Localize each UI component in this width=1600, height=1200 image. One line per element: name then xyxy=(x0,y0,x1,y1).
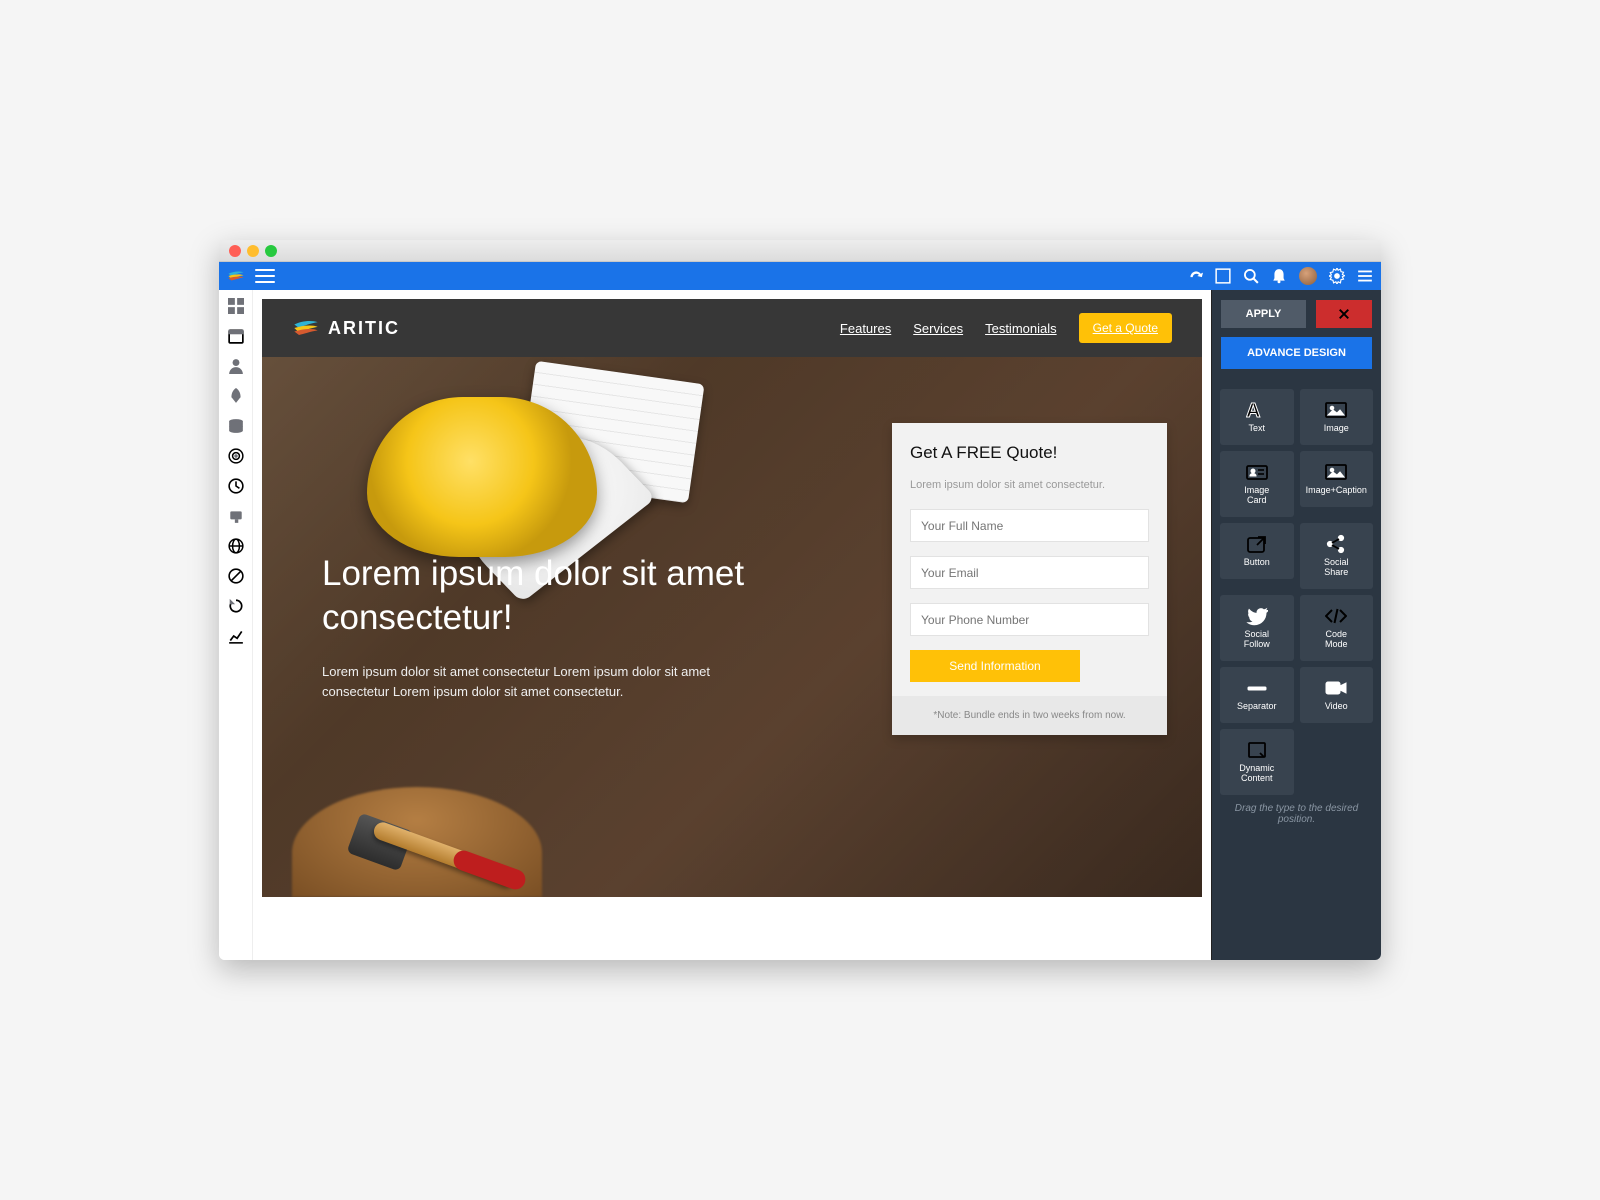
hero-subtitle: Lorem ipsum dolor sit amet consectetur L… xyxy=(322,662,777,704)
widget-label: Button xyxy=(1242,558,1272,568)
image-icon xyxy=(1325,462,1347,482)
goals-icon[interactable] xyxy=(228,448,244,464)
left-nav-rail xyxy=(219,290,253,960)
widget-label: Image Card xyxy=(1242,486,1271,506)
widget-label: Code Mode xyxy=(1323,630,1350,650)
search-icon[interactable] xyxy=(1243,268,1259,284)
sep-icon xyxy=(1246,678,1268,698)
code-icon xyxy=(1325,606,1347,626)
window-titlebar xyxy=(219,240,1381,262)
widget-label: Image+Caption xyxy=(1304,486,1369,496)
top-toolbar xyxy=(219,262,1381,290)
widget-video[interactable]: Video xyxy=(1300,667,1374,723)
get-quote-button[interactable]: Get a Quote xyxy=(1079,313,1172,343)
name-input[interactable] xyxy=(910,509,1149,542)
text-icon xyxy=(1246,400,1268,420)
widget-label: Dynamic Content xyxy=(1237,764,1276,784)
idcard-icon xyxy=(1246,462,1268,482)
window-minimize-icon[interactable] xyxy=(247,245,259,257)
nav-testimonials[interactable]: Testimonials xyxy=(985,321,1057,336)
dashboard-icon[interactable] xyxy=(228,298,244,314)
hero-text: Lorem ipsum dolor sit amet consectetur! … xyxy=(322,552,777,703)
share-icon xyxy=(1325,534,1347,554)
advance-design-button[interactable]: ADVANCE DESIGN xyxy=(1221,337,1372,369)
bell-icon[interactable] xyxy=(1271,268,1287,284)
widget-social-follow[interactable]: Social Follow xyxy=(1220,595,1294,661)
more-menu-icon[interactable] xyxy=(1357,268,1373,284)
widget-image-card[interactable]: Image Card xyxy=(1220,451,1294,517)
hero-section: Lorem ipsum dolor sit amet consectetur! … xyxy=(262,357,1202,897)
analytics-icon[interactable] xyxy=(228,628,244,644)
redo-icon[interactable] xyxy=(1187,268,1203,284)
panel-hint: Drag the type to the desired position. xyxy=(1220,795,1373,833)
editor-canvas[interactable]: ARITIC Features Services Testimonials Ge… xyxy=(253,290,1211,960)
widget-label: Social Follow xyxy=(1242,630,1272,650)
site-brand: ARITIC xyxy=(292,318,400,339)
nav-services[interactable]: Services xyxy=(913,321,963,336)
widget-image[interactable]: Image xyxy=(1300,389,1374,445)
video-icon xyxy=(1325,678,1347,698)
widget-text[interactable]: Text xyxy=(1220,389,1294,445)
site-nav: Features Services Testimonials Get a Quo… xyxy=(840,313,1172,343)
brand-logo-icon xyxy=(227,270,245,282)
widget-separator[interactable]: Separator xyxy=(1220,667,1294,723)
window-maximize-icon[interactable] xyxy=(265,245,277,257)
brand-name: ARITIC xyxy=(328,318,400,339)
widget-label: Social Share xyxy=(1322,558,1351,578)
app: ARITIC Features Services Testimonials Ge… xyxy=(219,262,1381,960)
landing-page: ARITIC Features Services Testimonials Ge… xyxy=(262,299,1202,897)
widget-label: Separator xyxy=(1235,702,1279,712)
widget-button[interactable]: Button xyxy=(1220,523,1294,579)
widget-label: Text xyxy=(1246,424,1267,434)
close-panel-button[interactable] xyxy=(1316,300,1372,328)
browser-window: ARITIC Features Services Testimonials Ge… xyxy=(219,240,1381,960)
segments-icon[interactable] xyxy=(228,418,244,434)
workspace: ARITIC Features Services Testimonials Ge… xyxy=(219,290,1381,960)
integrations-icon[interactable] xyxy=(228,508,244,524)
external-icon xyxy=(1246,534,1268,554)
widget-label: Image xyxy=(1322,424,1351,434)
contacts-icon[interactable] xyxy=(228,358,244,374)
widget-palette: Text Image Image Card Image+Caption Button So… xyxy=(1212,381,1381,960)
calendar-icon[interactable] xyxy=(228,328,244,344)
hero-bg-hammer xyxy=(322,817,502,887)
brand-wings-icon xyxy=(292,319,320,337)
schedule-icon[interactable] xyxy=(228,478,244,494)
quote-form-card: Get A FREE Quote! Lorem ipsum dolor sit … xyxy=(892,423,1167,735)
apply-button[interactable]: APPLY xyxy=(1221,300,1306,328)
design-panel: APPLY ADVANCE DESIGN Text Image Image Card… xyxy=(1211,290,1381,960)
twitter-icon xyxy=(1246,606,1268,626)
gear-icon[interactable] xyxy=(1329,268,1345,284)
hero-bg-helmet xyxy=(367,397,597,557)
send-information-button[interactable]: Send Information xyxy=(910,650,1080,682)
email-input[interactable] xyxy=(910,556,1149,589)
widget-label: Video xyxy=(1323,702,1350,712)
form-note: *Note: Bundle ends in two weeks from now… xyxy=(892,696,1167,735)
dynbox-icon xyxy=(1246,740,1268,760)
menu-toggle-icon[interactable] xyxy=(255,269,275,283)
web-icon[interactable] xyxy=(228,538,244,554)
refresh-icon[interactable] xyxy=(228,598,244,614)
widget-code-mode[interactable]: Code Mode xyxy=(1300,595,1374,661)
fullscreen-icon[interactable] xyxy=(1215,268,1231,284)
widget-social-share[interactable]: Social Share xyxy=(1300,523,1374,589)
image-icon xyxy=(1325,400,1347,420)
window-close-icon[interactable] xyxy=(229,245,241,257)
page-header: ARITIC Features Services Testimonials Ge… xyxy=(262,299,1202,357)
widget-dynamic-content[interactable]: Dynamic Content xyxy=(1220,729,1294,795)
campaigns-icon[interactable] xyxy=(228,388,244,404)
phone-input[interactable] xyxy=(910,603,1149,636)
close-icon xyxy=(1338,308,1350,320)
form-title: Get A FREE Quote! xyxy=(910,443,1149,463)
block-icon[interactable] xyxy=(228,568,244,584)
nav-features[interactable]: Features xyxy=(840,321,891,336)
hero-title: Lorem ipsum dolor sit amet consectetur! xyxy=(322,552,777,640)
widget-image-caption[interactable]: Image+Caption xyxy=(1300,451,1374,507)
avatar[interactable] xyxy=(1299,267,1317,285)
form-subtitle: Lorem ipsum dolor sit amet consectetur. xyxy=(910,479,1149,491)
